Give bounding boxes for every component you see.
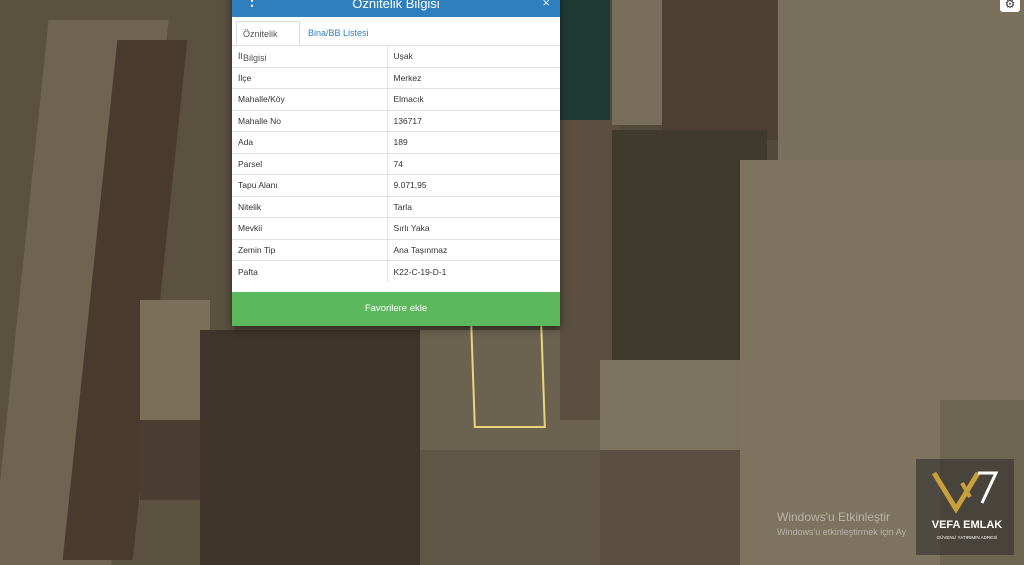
row-value: Elmacık: [387, 88, 560, 110]
field: [600, 450, 740, 565]
field: [560, 0, 610, 125]
tab-attributes[interactable]: Öznitelik Bilgisi: [236, 21, 300, 63]
row-value: Uşak: [387, 45, 560, 67]
table-row: Pafta K22-C-19-D-1: [232, 260, 560, 282]
add-favorite-button[interactable]: Favorilere ekle: [232, 292, 560, 326]
row-key: Mahalle/Köy: [232, 88, 388, 110]
field: [420, 450, 600, 565]
row-key: İlçe: [232, 66, 388, 89]
row-value: Ana Taşınmaz: [387, 238, 560, 261]
logo-mark-icon: [931, 471, 999, 514]
field: [600, 360, 740, 450]
popup-tabs: Öznitelik Bilgisi Bina/BB Listesi: [232, 17, 560, 63]
row-key: İl: [232, 45, 388, 67]
attribute-popup: ⋮ Öznitelik Bilgisi × Öznitelik Bilgisi …: [232, 0, 560, 326]
attribute-table: İl Uşak İlçe Merkez Mahalle/Köy Elmacık Mah…: [232, 45, 560, 282]
field: [778, 0, 1024, 160]
row-key: Pafta: [232, 260, 388, 282]
table-row: Mevkii Sırlı Yaka: [232, 217, 560, 239]
field: [200, 330, 430, 565]
row-value: 189: [387, 131, 560, 153]
row-key: Mevkii: [232, 217, 388, 239]
gear-icon[interactable]: ⚙: [1000, 0, 1020, 12]
table-row: Mahalle No 136717: [232, 109, 560, 132]
popup-header: ⋮ Öznitelik Bilgisi ×: [232, 0, 560, 17]
row-value: Sırlı Yaka: [387, 217, 560, 239]
row-value: 136717: [387, 109, 560, 132]
table-row: İlçe Merkez: [232, 66, 560, 89]
table-row: Zemin Tip Ana Taşınmaz: [232, 238, 560, 261]
field: [612, 0, 662, 125]
vefa-emlak-logo: VEFA EMLAK GÜVENLİ YATIRIMIN ADRESİ: [916, 459, 1014, 555]
row-key: Zemin Tip: [232, 238, 388, 261]
table-row: Tapu Alanı 9.071,95: [232, 174, 560, 196]
row-key: Mahalle No: [232, 109, 388, 132]
field: [140, 420, 200, 500]
table-row: Parsel 74: [232, 152, 560, 175]
row-value: K22-C-19-D-1: [387, 260, 560, 282]
row-value: 9.071,95: [387, 174, 560, 196]
activation-watermark: Windows'u Etkinleştir Windows'u etkinleş…: [777, 510, 906, 537]
row-value: 74: [387, 152, 560, 175]
close-icon[interactable]: ×: [542, 0, 550, 10]
table-row: Ada 189: [232, 131, 560, 153]
watermark-subtitle: Windows'u etkinleştirmek için Ay: [777, 527, 907, 537]
tab-building-list[interactable]: Bina/BB Listesi: [302, 21, 375, 45]
table-row: İl Uşak: [232, 45, 560, 67]
table-row: Nitelik Tarla: [232, 195, 560, 218]
field: [662, 0, 777, 140]
row-key: Parsel: [232, 152, 388, 175]
watermark-title: Windows'u Etkinleştir: [777, 510, 890, 524]
popup-title: Öznitelik Bilgisi: [352, 0, 440, 11]
row-value: Tarla: [387, 195, 560, 218]
row-value: Merkez: [387, 66, 560, 89]
row-key: Ada: [232, 131, 388, 153]
table-row: Mahalle/Köy Elmacık: [232, 88, 560, 110]
row-key: Nitelik: [232, 195, 388, 218]
logo-name: VEFA EMLAK: [931, 519, 1003, 531]
logo-tagline: GÜVENLİ YATIRIMIN ADRESİ: [936, 535, 998, 540]
row-key: Tapu Alanı: [232, 174, 388, 196]
parcel-outline[interactable]: [470, 322, 546, 428]
